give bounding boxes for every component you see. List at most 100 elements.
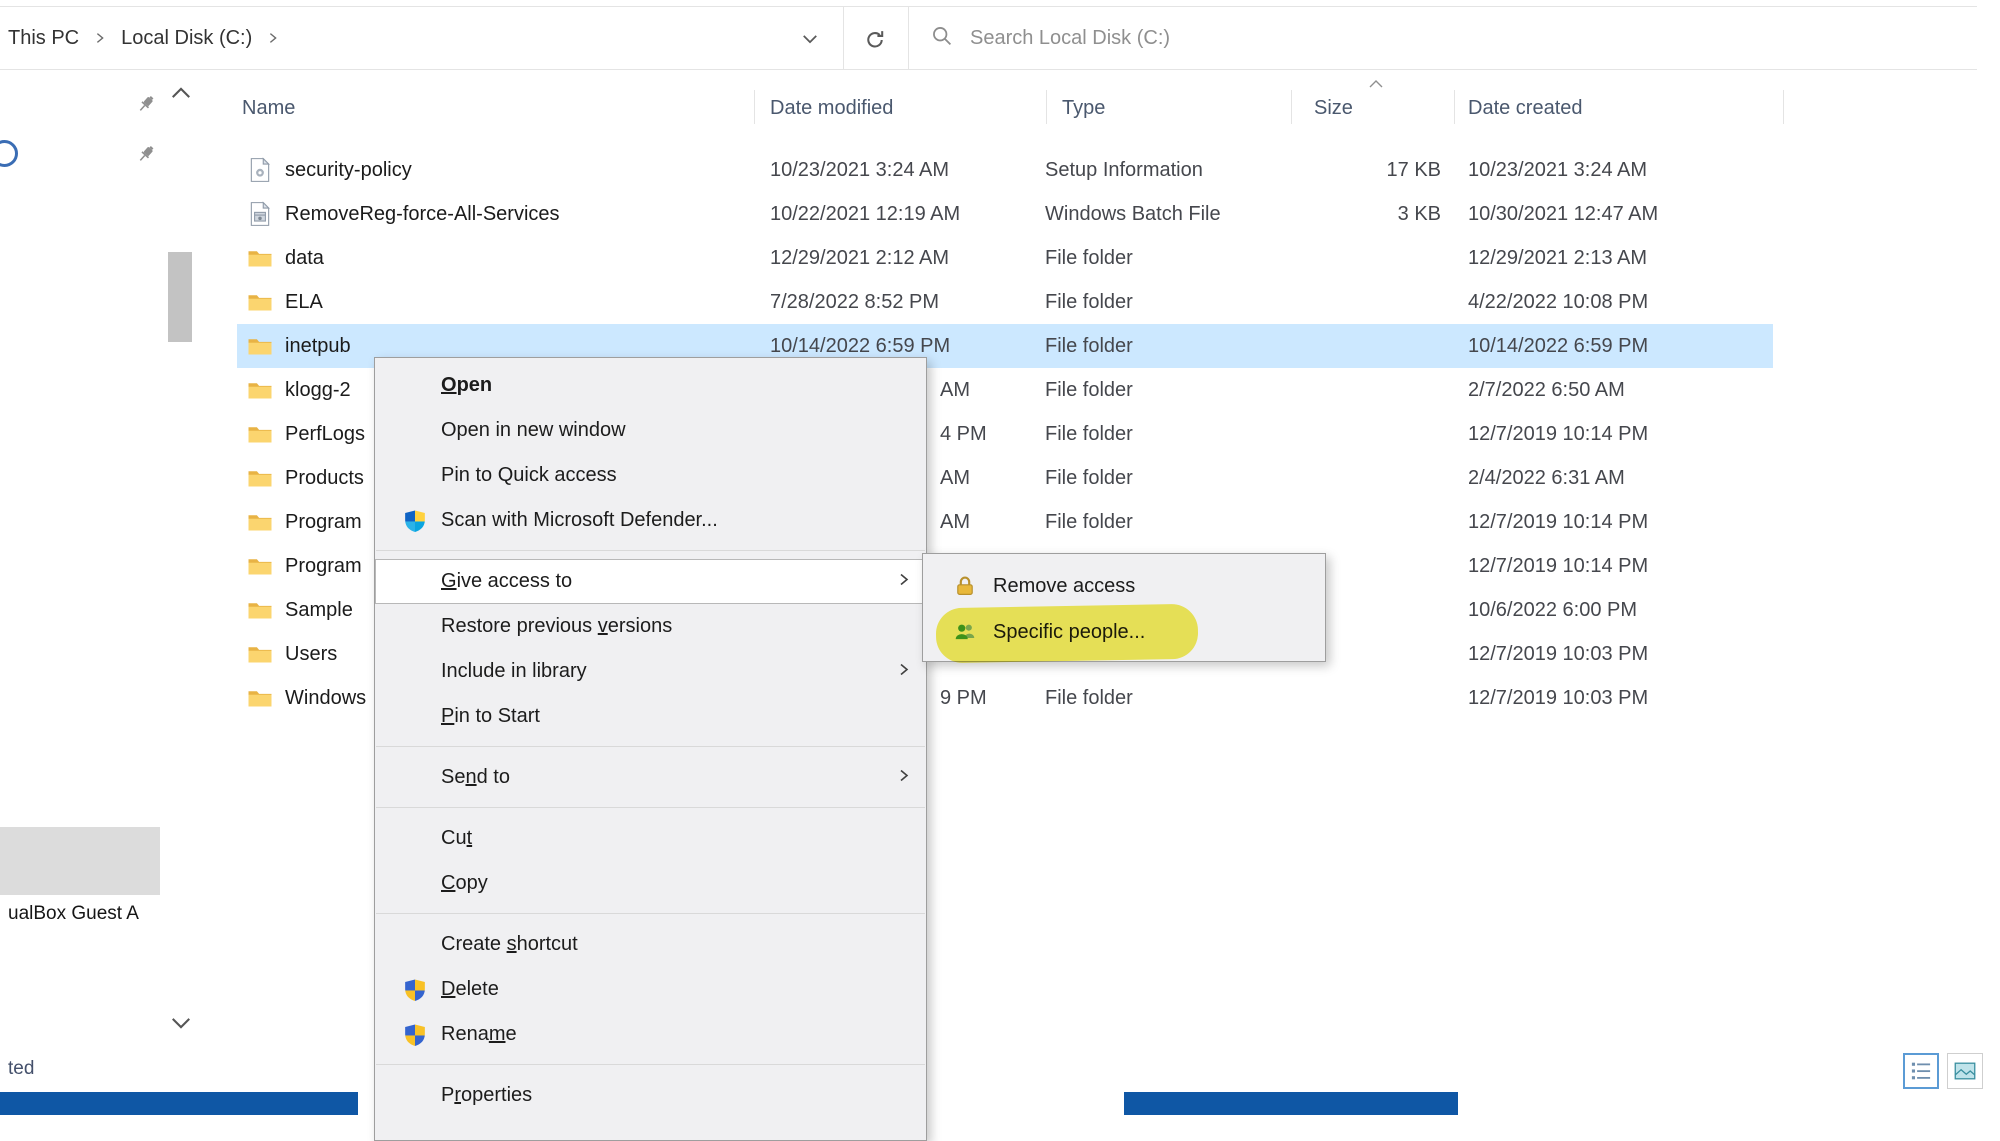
scrollbar-thumb[interactable] (168, 252, 192, 342)
context-menu-item-scan-with-microsoft-defender[interactable]: Scan with Microsoft Defender... (375, 498, 926, 543)
scrollbar-up-arrow[interactable] (170, 86, 192, 105)
menu-separator (376, 913, 925, 914)
refresh-icon[interactable] (860, 25, 890, 55)
file-row[interactable]: ELA7/28/2022 8:52 PMFile folder4/22/2022… (237, 280, 1773, 324)
column-divider[interactable] (1291, 90, 1292, 124)
setup-file-icon (247, 157, 273, 183)
folder-icon (247, 289, 273, 315)
menu-separator (376, 550, 925, 551)
file-type: File folder (1045, 511, 1290, 534)
scrollbar-down-arrow[interactable] (170, 1016, 192, 1035)
file-date-created: 12/7/2019 10:03 PM (1453, 643, 1772, 666)
context-menu-item-rename[interactable]: Rename (375, 1012, 926, 1057)
pin-icon[interactable] (134, 92, 158, 121)
column-divider[interactable] (1783, 90, 1784, 124)
file-date-modified: 7/28/2022 8:52 PM (757, 291, 1045, 314)
context-menu-item-cut[interactable]: Cut (375, 816, 926, 861)
column-header-date-created[interactable]: Date created (1468, 96, 1583, 120)
folder-icon (247, 685, 273, 711)
submenu-item-specific-people[interactable]: Specific people... (923, 609, 1325, 655)
menu-item-label: Specific people... (993, 621, 1145, 644)
column-header-name[interactable]: Name (242, 96, 295, 120)
chevron-right-icon[interactable] (266, 31, 280, 45)
folder-icon (247, 465, 273, 491)
menu-item-label: Open in new window (441, 419, 626, 442)
chevron-right-icon (896, 766, 912, 789)
file-size: 3 KB (1290, 203, 1453, 226)
details-view-button[interactable] (1903, 1053, 1939, 1089)
chevron-right-icon (896, 570, 912, 593)
context-menu-item-give-access-to[interactable]: Give access to (375, 559, 926, 604)
chevron-right-icon[interactable] (93, 31, 107, 45)
divider (843, 7, 844, 69)
context-menu-item-pin-to-start[interactable]: Pin to Start (375, 694, 926, 739)
menu-item-label: Send to (441, 766, 510, 789)
file-row[interactable]: security-policy10/23/2021 3:24 AMSetup I… (237, 148, 1773, 192)
file-size: 17 KB (1290, 159, 1453, 182)
file-name: RemoveReg-force-All-Services (285, 203, 560, 226)
column-header-type[interactable]: Type (1062, 96, 1105, 120)
file-row[interactable]: data12/29/2021 2:12 AMFile folder12/29/2… (237, 236, 1773, 280)
defender-shield-icon (403, 509, 427, 533)
file-name: security-policy (285, 159, 412, 182)
file-name: data (285, 247, 324, 270)
submenu-item-remove-access[interactable]: Remove access (923, 563, 1325, 609)
column-divider[interactable] (1454, 90, 1455, 124)
column-header-size[interactable]: Size (1314, 96, 1353, 120)
context-menu-item-send-to[interactable]: Send to (375, 755, 926, 800)
menu-item-label: Rename (441, 1023, 517, 1046)
sort-ascending-chevron-icon[interactable] (1368, 76, 1384, 94)
context-menu-item-include-in-library[interactable]: Include in library (375, 649, 926, 694)
file-type: File folder (1045, 335, 1290, 358)
menu-item-label: Remove access (993, 575, 1135, 598)
file-name: Users (285, 643, 337, 666)
menu-separator (376, 807, 925, 808)
breadcrumb-this-pc[interactable]: This PC (8, 27, 79, 50)
file-name: PerfLogs (285, 423, 365, 446)
file-name: klogg-2 (285, 379, 351, 402)
breadcrumb-local-disk[interactable]: Local Disk (C:) (121, 27, 252, 50)
drive-status-icon (0, 140, 18, 167)
nav-item-label[interactable]: ualBox Guest A (8, 903, 139, 925)
context-menu-item-open[interactable]: Open (375, 363, 926, 408)
menu-item-label: Delete (441, 978, 499, 1001)
column-divider[interactable] (1046, 90, 1047, 124)
context-menu-item-pin-to-quick-access[interactable]: Pin to Quick access (375, 453, 926, 498)
menu-item-label: Scan with Microsoft Defender... (441, 509, 718, 532)
file-date-created: 10/30/2021 12:47 AM (1453, 203, 1772, 226)
column-divider[interactable] (754, 90, 755, 124)
specific-people-icon (953, 620, 977, 644)
context-menu-item-create-shortcut[interactable]: Create shortcut (375, 922, 926, 967)
file-date-created: 12/29/2021 2:13 AM (1453, 247, 1772, 270)
file-type: File folder (1045, 291, 1290, 314)
folder-icon (247, 641, 273, 667)
breadcrumb: This PC Local Disk (C:) (8, 7, 280, 69)
file-date-modified: 10/23/2021 3:24 AM (757, 159, 1045, 182)
search-icon (930, 24, 954, 53)
context-menu-item-copy[interactable]: Copy (375, 861, 926, 906)
file-type: File folder (1045, 467, 1290, 490)
context-menu-item-restore-previous-versions[interactable]: Restore previous versions (375, 604, 926, 649)
column-header-date-modified[interactable]: Date modified (770, 96, 893, 120)
file-date-created: 10/14/2022 6:59 PM (1453, 335, 1772, 358)
folder-icon (247, 509, 273, 535)
menu-item-label: Copy (441, 872, 488, 895)
menu-separator (376, 746, 925, 747)
thumbnails-view-button[interactable] (1947, 1053, 1983, 1089)
menu-item-label: Properties (441, 1084, 532, 1107)
context-menu-item-properties[interactable]: Properties (375, 1073, 926, 1118)
file-explorer-window: This PC Local Disk (C:) Name Date modifi… (0, 0, 2000, 1141)
status-bar-text: ted (8, 1058, 34, 1080)
batch-file-icon (247, 201, 273, 227)
search-input[interactable] (970, 27, 1870, 50)
file-row[interactable]: RemoveReg-force-All-Services10/22/2021 1… (237, 192, 1773, 236)
menu-item-label: Restore previous versions (441, 615, 672, 638)
menu-separator (376, 1064, 925, 1065)
pin-icon[interactable] (134, 142, 158, 171)
file-date-created: 10/6/2022 6:00 PM (1453, 599, 1772, 622)
context-menu-item-open-in-new-window[interactable]: Open in new window (375, 408, 926, 453)
file-type: File folder (1045, 379, 1290, 402)
progress-bar-left (0, 1092, 358, 1115)
address-dropdown-chevron-icon[interactable] (800, 29, 820, 49)
context-menu-item-delete[interactable]: Delete (375, 967, 926, 1012)
